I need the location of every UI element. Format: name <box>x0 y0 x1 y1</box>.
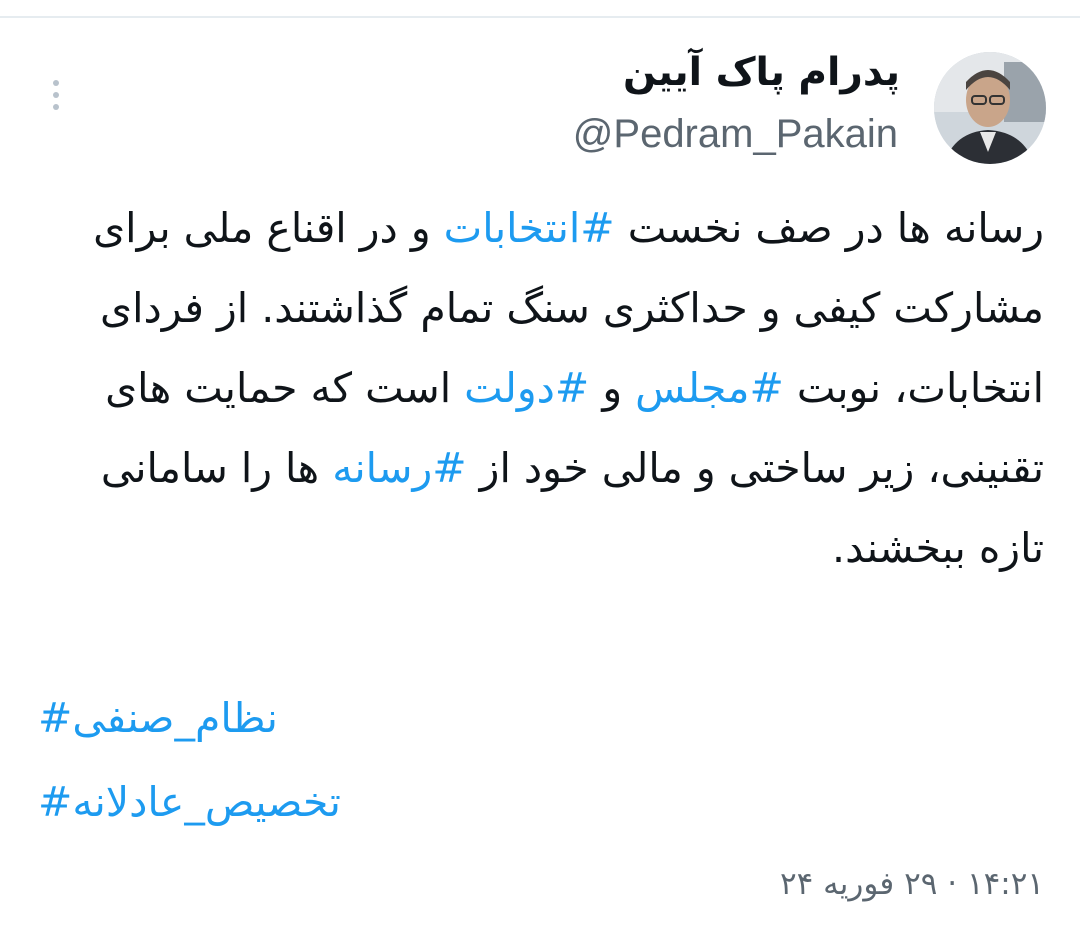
top-divider <box>0 16 1080 18</box>
author-handle[interactable]: @Pedram_Pakain <box>573 112 898 157</box>
tweet-time: ۱۴:۲۱ <box>966 866 1044 902</box>
tweet-text: رسانه ها در صف نخست #انتخابات و در اقناع… <box>34 188 1044 588</box>
hashtag-link[interactable]: #رسانه <box>332 444 466 492</box>
hashtag-link[interactable]: #دولت <box>464 364 589 412</box>
timestamp-separator: · <box>947 866 958 902</box>
more-options-icon[interactable] <box>44 80 68 120</box>
hashtag-link[interactable]: #مجلس <box>635 364 784 412</box>
tweet-date: ۲۹ فوریه ۲۴ <box>779 866 938 902</box>
author-display-name[interactable]: پدرام پاک آیین <box>623 50 900 95</box>
hashtag-link[interactable]: تخصیص_عادلانه# <box>38 760 738 844</box>
avatar-photo <box>934 52 1046 164</box>
avatar[interactable] <box>934 52 1046 164</box>
hashtag-list: نظام_صنفی# تخصیص_عادلانه# <box>38 676 738 844</box>
tweet-text-segment: و <box>589 364 636 412</box>
hashtag-link[interactable]: #انتخابات <box>444 204 615 252</box>
hashtag-link[interactable]: نظام_صنفی# <box>38 676 738 760</box>
tweet-text-segment: رسانه ها در صف نخست <box>614 204 1044 252</box>
tweet-timestamp[interactable]: ۱۴:۲۱ · ۲۹ فوریه ۲۴ <box>780 866 1044 902</box>
